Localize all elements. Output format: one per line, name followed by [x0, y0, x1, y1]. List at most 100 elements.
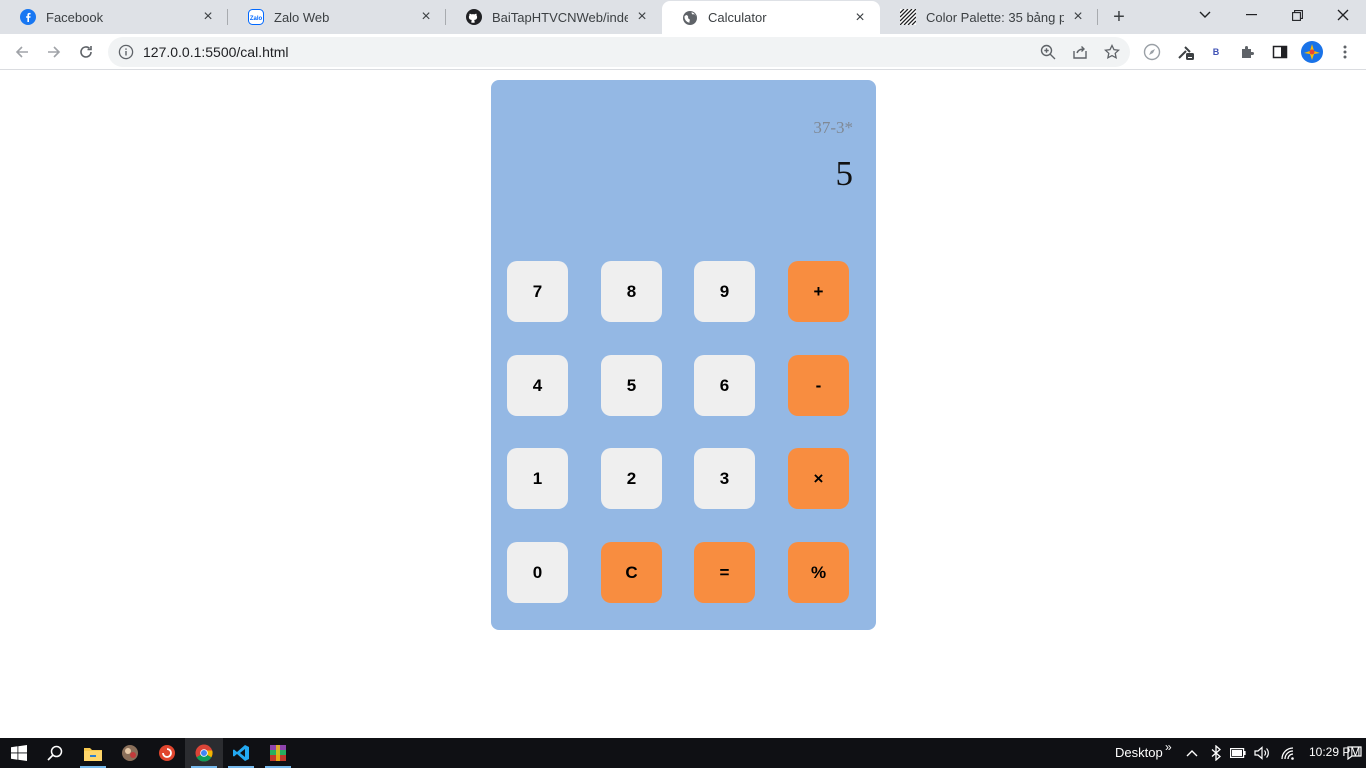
tab-color-palette[interactable]: Color Palette: 35 bảng phối màu ×	[880, 0, 1098, 34]
side-panel-icon	[1272, 45, 1288, 59]
tab-search-button[interactable]	[1182, 0, 1228, 30]
new-tab-button[interactable]: +	[1108, 6, 1130, 28]
key-7[interactable]: 7	[507, 261, 568, 322]
wifi-button[interactable]	[1280, 745, 1296, 761]
tab-close-icon[interactable]: ×	[634, 9, 650, 25]
zoom-icon[interactable]	[1040, 44, 1056, 60]
vscode-icon	[233, 745, 249, 761]
file-explorer-button[interactable]	[74, 738, 112, 768]
menu-button[interactable]	[1336, 43, 1354, 61]
browser-tab-strip: Facebook × Zalo Zalo Web × BaiTapHTVCNWe…	[0, 0, 1366, 34]
github-icon	[466, 9, 482, 25]
b-extension-button[interactable]: B	[1207, 43, 1225, 61]
key-minus[interactable]: -	[788, 355, 849, 416]
notifications-button[interactable]	[1346, 745, 1362, 761]
key-4[interactable]: 4	[507, 355, 568, 416]
tab-calculator[interactable]: Calculator ×	[662, 1, 880, 34]
url-text[interactable]: 127.0.0.1:5500/cal.html	[143, 44, 289, 60]
winrar-button[interactable]	[259, 738, 297, 768]
tab-title: Facebook	[46, 9, 104, 25]
close-icon	[1337, 9, 1349, 21]
key-plus[interactable]: +	[788, 261, 849, 322]
star-icon[interactable]	[1104, 44, 1120, 60]
arrow-left-icon	[15, 46, 28, 58]
extension-badge: B	[1212, 47, 1220, 57]
folder-icon	[84, 747, 102, 761]
profile-avatar[interactable]	[1300, 40, 1324, 64]
key-multiply[interactable]: ×	[788, 448, 849, 509]
toolbar-chevron[interactable]: »	[1165, 740, 1172, 754]
tab-title: BaiTapHTVCNWeb/index.html	[492, 9, 628, 25]
side-panel-button[interactable]	[1271, 43, 1289, 61]
spiral-app-button[interactable]	[148, 738, 186, 768]
eyedropper-extension-button[interactable]	[1176, 43, 1194, 61]
chevron-down-icon	[1199, 11, 1211, 18]
back-button[interactable]	[10, 40, 34, 64]
volume-icon	[1254, 746, 1269, 760]
tab-close-icon[interactable]: ×	[418, 9, 434, 25]
arrow-right-icon	[48, 46, 61, 58]
key-percent[interactable]: %	[788, 542, 849, 603]
key-1[interactable]: 1	[507, 448, 568, 509]
tab-title: Zalo Web	[274, 9, 330, 25]
close-window-button[interactable]	[1320, 0, 1366, 30]
tab-close-icon[interactable]: ×	[1070, 9, 1086, 25]
key-2[interactable]: 2	[601, 448, 662, 509]
key-0[interactable]: 0	[507, 542, 568, 603]
globe-icon	[683, 10, 697, 25]
eyedropper-icon	[1178, 46, 1194, 60]
notification-icon	[1346, 746, 1362, 760]
chrome-button[interactable]	[185, 738, 223, 768]
app-button[interactable]	[111, 738, 149, 768]
tab-close-icon[interactable]: ×	[852, 9, 868, 26]
tab-divider	[1097, 9, 1098, 25]
search-icon	[47, 745, 63, 761]
calculator: 37-3* 5 7 8 9 + 4 5 6 - 1 2 3 × 0 C = %	[491, 80, 876, 630]
battery-icon	[1230, 748, 1246, 758]
info-icon[interactable]	[118, 44, 134, 60]
spiral-icon	[159, 745, 175, 761]
taskbar: Desktop » 10:29 PM	[0, 738, 1366, 768]
stripes-icon	[900, 9, 916, 25]
wifi-icon	[1281, 747, 1294, 760]
battery-button[interactable]	[1230, 745, 1246, 761]
key-9[interactable]: 9	[694, 261, 755, 322]
compass-extension-button[interactable]	[1143, 43, 1161, 61]
expression-display: 37-3*	[813, 118, 853, 137]
browser-toolbar: 127.0.0.1:5500/cal.html B	[0, 34, 1366, 70]
key-5[interactable]: 5	[601, 355, 662, 416]
minimize-icon	[1245, 14, 1257, 16]
key-8[interactable]: 8	[601, 261, 662, 322]
extensions-button[interactable]	[1239, 43, 1257, 61]
tab-close-icon[interactable]: ×	[200, 9, 216, 25]
tab-zalo[interactable]: Zalo Zalo Web ×	[228, 0, 446, 34]
kebab-menu-icon	[1343, 45, 1347, 59]
tab-github[interactable]: BaiTapHTVCNWeb/index.html ×	[446, 0, 662, 34]
share-icon[interactable]	[1072, 44, 1088, 60]
key-equals[interactable]: =	[694, 542, 755, 603]
tab-title: Calculator	[708, 10, 767, 25]
avatar-icon	[1301, 41, 1323, 63]
restore-button[interactable]	[1274, 0, 1320, 30]
bluetooth-button[interactable]	[1208, 745, 1224, 761]
facebook-icon	[20, 9, 36, 25]
key-3[interactable]: 3	[694, 448, 755, 509]
chrome-icon	[195, 744, 213, 762]
start-button[interactable]	[0, 738, 38, 768]
key-6[interactable]: 6	[694, 355, 755, 416]
key-clear[interactable]: C	[601, 542, 662, 603]
windows-icon	[11, 745, 27, 761]
show-hidden-icons-button[interactable]	[1184, 745, 1200, 761]
vscode-button[interactable]	[222, 738, 260, 768]
zalo-icon: Zalo	[248, 9, 264, 25]
volume-button[interactable]	[1254, 745, 1270, 761]
svg-text:Zalo: Zalo	[250, 16, 263, 22]
address-bar[interactable]: 127.0.0.1:5500/cal.html	[108, 37, 1130, 67]
restore-icon	[1291, 9, 1303, 21]
search-button[interactable]	[36, 738, 74, 768]
tab-facebook[interactable]: Facebook ×	[0, 0, 228, 34]
reload-button[interactable]	[74, 40, 98, 64]
minimize-button[interactable]	[1228, 0, 1274, 30]
forward-button[interactable]	[42, 40, 66, 64]
desktop-toolbar-label[interactable]: Desktop	[1115, 745, 1163, 760]
